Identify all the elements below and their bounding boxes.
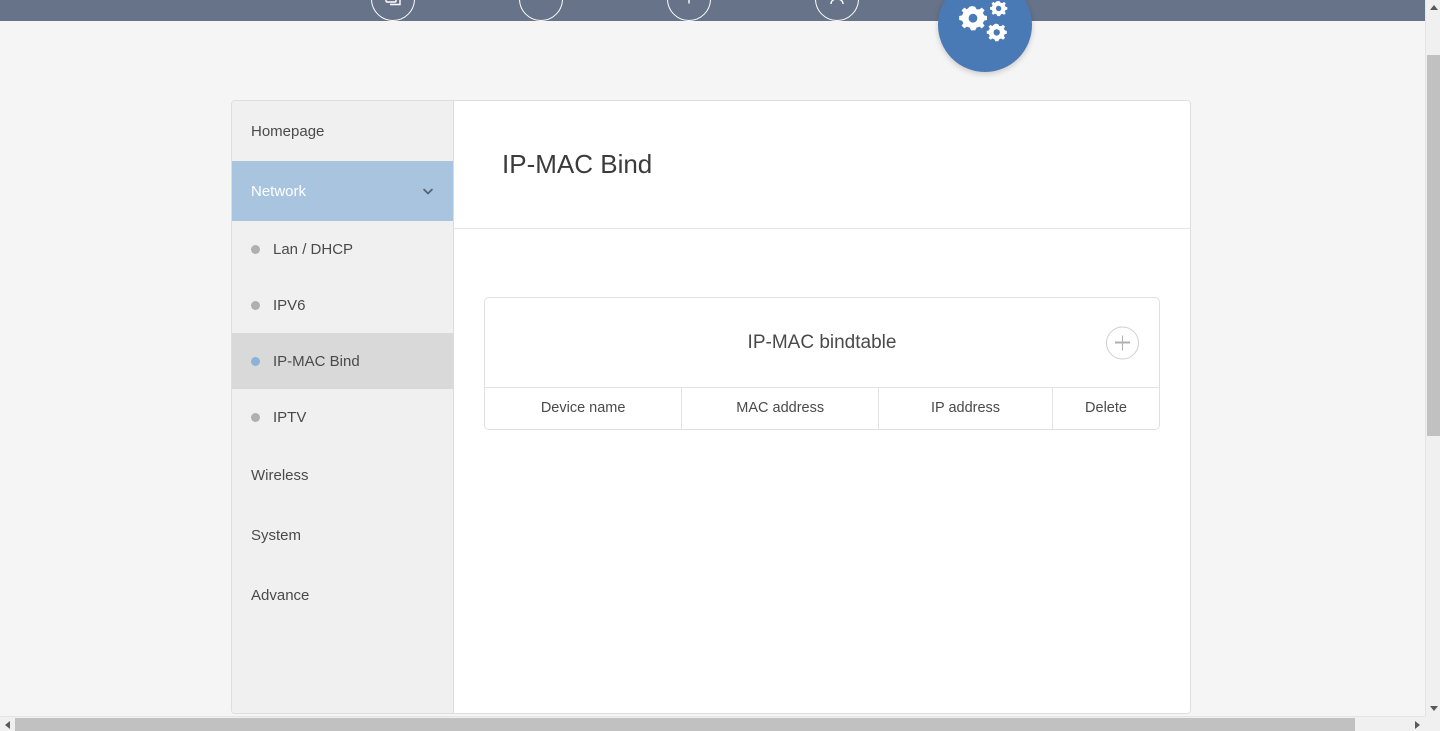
bullet-icon	[251, 412, 260, 422]
browser-viewport: Homepage Network Lan / DHCP IPV6 IP-MAC …	[0, 0, 1440, 731]
app-shell: Homepage Network Lan / DHCP IPV6 IP-MAC …	[231, 100, 1191, 714]
table-header: Device name MAC address IP address Delet…	[485, 387, 1159, 429]
sidebar-item-label: System	[251, 526, 302, 544]
bullet-icon	[251, 356, 260, 366]
top-nav-icon-group	[0, 0, 1425, 21]
sidebar-item-label: IPV6	[273, 296, 306, 314]
sidebar-item-label: Network	[251, 182, 307, 200]
top-navigation-bar	[0, 0, 1425, 21]
chevron-down-icon	[421, 184, 435, 198]
sidebar-item-iptv[interactable]: IPTV	[232, 389, 453, 445]
main-body: IP-MAC bindtable Device name MAC address…	[454, 229, 1190, 713]
sidebar-item-label: Homepage	[251, 122, 325, 140]
sidebar-item-label: Lan / DHCP	[273, 240, 354, 258]
vertical-scrollbar[interactable]	[1425, 0, 1440, 716]
page-title: IP-MAC Bind	[502, 149, 653, 179]
sidebar-item-lan-dhcp[interactable]: Lan / DHCP	[232, 221, 453, 277]
column-header-mac-address: MAC address	[681, 387, 879, 429]
add-binding-button[interactable]	[1106, 326, 1139, 359]
sidebar-navigation: Homepage Network Lan / DHCP IPV6 IP-MAC …	[232, 101, 454, 713]
scroll-right-arrow-icon[interactable]	[1410, 717, 1425, 731]
apps-grid-icon[interactable]	[519, 0, 563, 21]
main-content: IP-MAC Bind IP-MAC bindtable Device name…	[454, 101, 1190, 713]
horizontal-scrollbar-thumb[interactable]	[15, 718, 1355, 731]
bindtable-title: IP-MAC bindtable	[747, 331, 897, 353]
column-header-delete: Delete	[1051, 387, 1159, 429]
scrollbar-corner	[1425, 716, 1440, 731]
sidebar-item-ipv6[interactable]: IPV6	[232, 277, 453, 333]
horizontal-scrollbar[interactable]	[0, 716, 1440, 731]
bindtable-card-header: IP-MAC bindtable	[485, 298, 1159, 387]
column-header-device-name: Device name	[485, 387, 682, 429]
scroll-up-arrow-icon[interactable]	[1426, 0, 1440, 15]
bullet-icon	[251, 300, 260, 310]
sidebar-item-label: IPTV	[273, 408, 307, 426]
sidebar-item-label: IP-MAC Bind	[273, 352, 360, 370]
table-header-row: Device name MAC address IP address Delet…	[485, 387, 1159, 429]
plus-icon	[1121, 335, 1124, 350]
column-header-ip-address: IP address	[878, 387, 1053, 429]
sidebar-item-network[interactable]: Network	[232, 161, 453, 221]
bullet-icon	[251, 244, 260, 254]
sidebar-item-ip-mac-bind[interactable]: IP-MAC Bind	[232, 333, 453, 389]
vertical-scrollbar-thumb[interactable]	[1427, 55, 1440, 436]
sidebar-item-advance[interactable]: Advance	[232, 565, 453, 625]
scroll-left-arrow-icon[interactable]	[0, 717, 15, 731]
sidebar-item-system[interactable]: System	[232, 505, 453, 565]
ip-mac-bindtable: Device name MAC address IP address Delet…	[485, 387, 1159, 429]
gears-logo[interactable]	[938, 0, 1032, 72]
bindtable-card: IP-MAC bindtable Device name MAC address…	[484, 297, 1160, 430]
sidebar-item-label: Wireless	[251, 466, 309, 484]
sidebar-item-homepage[interactable]: Homepage	[232, 101, 453, 161]
page-header: IP-MAC Bind	[454, 101, 1190, 229]
info-icon[interactable]	[667, 0, 711, 21]
scroll-down-arrow-icon[interactable]	[1426, 701, 1440, 716]
sidebar-item-wireless[interactable]: Wireless	[232, 445, 453, 505]
user-icon[interactable]	[815, 0, 859, 21]
sidebar-item-label: Advance	[251, 586, 310, 604]
devices-icon[interactable]	[371, 0, 415, 21]
